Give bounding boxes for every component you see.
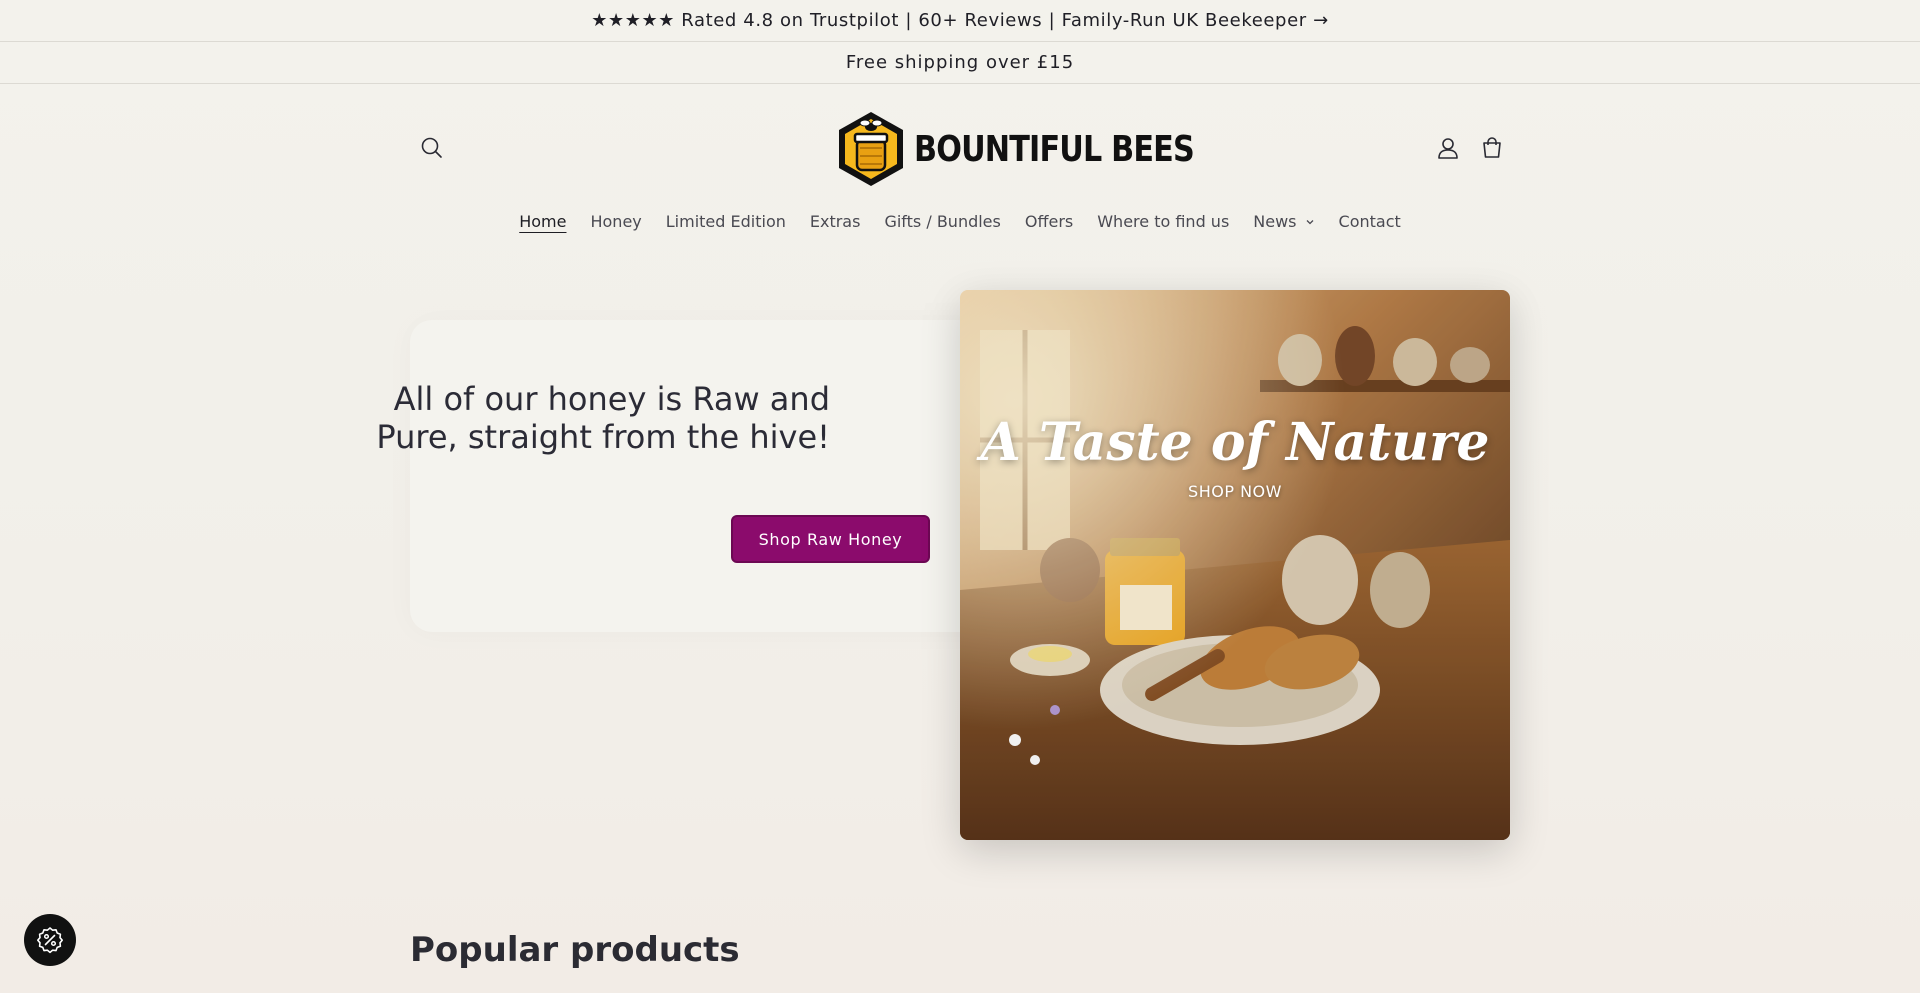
nav-item-label: Where to find us	[1097, 212, 1230, 231]
nav-item-honey[interactable]: Honey	[578, 212, 653, 231]
honey-jar-logo-icon	[839, 112, 903, 186]
nav-item-label: Honey	[590, 212, 642, 231]
nav-item-label: Gifts / Bundles	[884, 212, 1001, 231]
hero-image-banner[interactable]: A Taste of Nature SHOP NOW	[960, 290, 1510, 840]
announcement-rating-text[interactable]: ★★★★★ Rated 4.8 on Trustpilot | 60+ Revi…	[591, 10, 1329, 31]
site-logo[interactable]: BOUNTIFUL BEES	[836, 110, 1247, 188]
hero-heading: All of our honey is Raw and Pure, straig…	[376, 380, 830, 456]
nav-item-contact[interactable]: Contact	[1327, 212, 1413, 231]
cookie-settings-icon	[37, 927, 63, 954]
nav-item-home[interactable]: Home	[507, 212, 578, 231]
account-button[interactable]	[1434, 134, 1462, 162]
nav-item-label: Home	[519, 212, 567, 231]
hero-image-shop-now-link[interactable]: SHOP NOW	[960, 482, 1510, 501]
nav-item-label: Contact	[1338, 212, 1401, 231]
nav-item-limited-edition[interactable]: Limited Edition	[654, 212, 798, 231]
site-header: BOUNTIFUL BEES Home Honey Limited Editio…	[0, 84, 1920, 298]
popular-products-title: Popular products	[410, 930, 740, 970]
nav-item-label: Extras	[809, 212, 861, 231]
nav-item-extras[interactable]: Extras	[798, 212, 873, 231]
search-button[interactable]	[418, 134, 446, 162]
main-nav: Home Honey Limited Edition Extras Gifts …	[0, 212, 1920, 231]
search-icon	[421, 137, 442, 158]
hero-text-card	[410, 320, 1000, 632]
hero-image-title: A Taste of Nature	[980, 412, 1490, 473]
nav-item-label: Limited Edition	[665, 212, 786, 231]
announcement-bar-shipping: Free shipping over £15	[0, 42, 1920, 84]
nav-item-where-to-find-us[interactable]: Where to find us	[1085, 212, 1241, 231]
cookie-preferences-button[interactable]	[24, 914, 76, 966]
chevron-down-icon	[1306, 219, 1313, 224]
nav-item-label: News	[1253, 212, 1297, 231]
shop-raw-honey-button[interactable]: Shop Raw Honey	[731, 515, 930, 563]
kitchen-honey-scene-image	[960, 290, 1510, 840]
announcement-shipping-text: Free shipping over £15	[845, 52, 1075, 73]
account-icon	[1438, 138, 1458, 159]
hero-section: All of our honey is Raw and Pure, straig…	[0, 290, 1920, 840]
nav-item-label: Offers	[1024, 212, 1074, 231]
nav-item-gifts-bundles[interactable]: Gifts / Bundles	[872, 212, 1012, 231]
cart-icon	[1483, 137, 1501, 158]
nav-item-news[interactable]: News	[1241, 212, 1326, 231]
nav-item-offers[interactable]: Offers	[1013, 212, 1085, 231]
cart-button[interactable]	[1478, 134, 1506, 162]
logo-text: BOUNTIFUL BEES	[914, 128, 1195, 170]
announcement-bar-rating[interactable]: ★★★★★ Rated 4.8 on Trustpilot | 60+ Revi…	[0, 0, 1920, 42]
